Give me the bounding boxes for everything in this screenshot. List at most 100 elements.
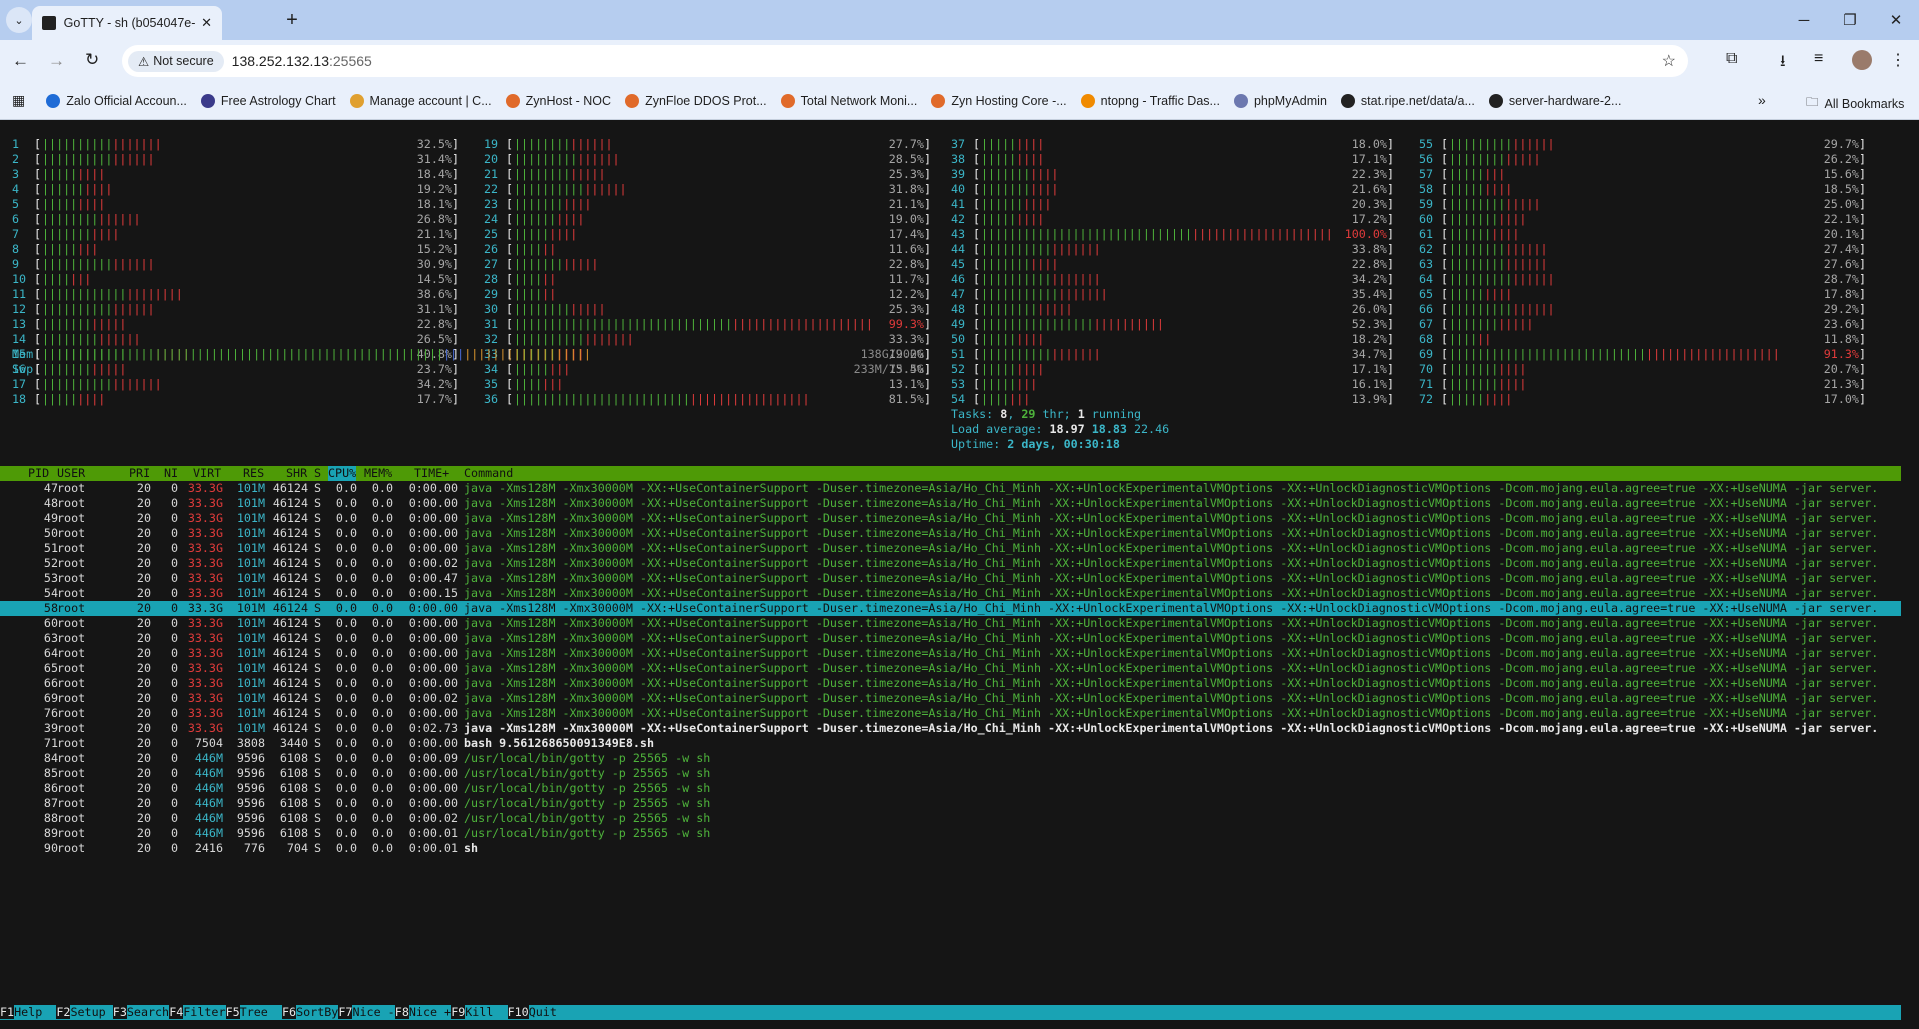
process-row[interactable]: 76 root 20 0 33.3G 101M 46124 S 0.0 0.0 0:00.00 jav… bbox=[0, 706, 1901, 721]
process-row[interactable]: 64 root 20 0 33.3G 101M 46124 S 0.0 0.0 0:00.00 jav… bbox=[0, 646, 1901, 661]
fkey-f10[interactable]: F10Quit bbox=[507, 1005, 571, 1020]
process-row[interactable]: 90 root 20 0 2416 776 704 S 0.0 0.0 0:00.01 sh bbox=[0, 841, 1901, 856]
process-row[interactable]: 71 root 20 0 7504 3808 3440 S 0.0 0.0 0:00.00 bash … bbox=[0, 736, 1901, 751]
process-row[interactable]: 88 root 20 0 446M 9596 6108 S 0.0 0.0 0:00.02/usr/… bbox=[0, 811, 1901, 826]
forward-icon[interactable]: → bbox=[48, 51, 65, 71]
cpu-usage-bar: ||||||||||||| bbox=[514, 167, 876, 182]
address-bar[interactable]: ⚠ Not secure 138.252.132.13:25565 ☆ bbox=[122, 45, 1688, 77]
bookmark-item[interactable]: phpMyAdmin bbox=[1227, 93, 1334, 108]
bookmark-item[interactable]: Free Astrology Chart bbox=[194, 93, 343, 108]
process-row[interactable]: 65 root 20 0 33.3G 101M 46124 S 0.0 0.0 0:00.00 jav… bbox=[0, 661, 1901, 676]
cpu-meter: 36 [81.5%] |||||||||||||||||||||||||||||||… bbox=[484, 392, 931, 407]
fkey-f4[interactable]: F4Filter bbox=[169, 1005, 226, 1020]
fkey-f5[interactable]: F5Tree bbox=[225, 1005, 282, 1020]
col-user[interactable]: USER bbox=[57, 466, 85, 481]
process-header[interactable]: PID USER PRI NI VIRT RES SHR S CPU% MEM%… bbox=[0, 466, 1901, 481]
process-pid: 54 bbox=[43, 586, 58, 600]
menu-icon[interactable]: ⋮ bbox=[1890, 50, 1906, 70]
bookmark-item[interactable]: stat.ripe.net/data/a... bbox=[1334, 93, 1482, 108]
process-row[interactable]: 39 root 20 0 33.3G 101M 46124 S 0.0 0.0 0:02.73 jav… bbox=[0, 721, 1901, 736]
col-shr[interactable]: SHR bbox=[286, 466, 307, 481]
load-15: 22.46 bbox=[1133, 422, 1170, 436]
process-row[interactable]: 51 root 20 0 33.3G 101M 46124 S 0.0 0.0 0:00.00 jav… bbox=[0, 541, 1901, 556]
all-bookmarks[interactable]: 🗀 All Bookmarks bbox=[1806, 93, 1904, 114]
process-row[interactable]: 66 root 20 0 33.3G 101M 46124 S 0.0 0.0 0:00.00 jav… bbox=[0, 676, 1901, 691]
fkey-f1[interactable]: F1Help bbox=[0, 1005, 56, 1020]
cpu-meter: 2 [31.4%] |||||||||||||||| bbox=[12, 152, 459, 167]
fkey-f2[interactable]: F2Setup bbox=[56, 1005, 112, 1020]
col-s[interactable]: S bbox=[314, 466, 321, 481]
col-cpu[interactable]: CPU% bbox=[328, 466, 357, 481]
col-virt[interactable]: VIRT bbox=[193, 466, 221, 481]
process-row[interactable]: 87 root 20 0 446M 9596 6108 S 0.0 0.0 0:00.00/usr/… bbox=[0, 796, 1901, 811]
process-priority: 20 bbox=[136, 541, 151, 555]
avatar[interactable] bbox=[1852, 50, 1872, 70]
col-time[interactable]: TIME+ bbox=[414, 466, 449, 481]
process-user: root bbox=[57, 736, 86, 750]
more-bookmarks-icon[interactable]: » bbox=[1758, 92, 1766, 108]
process-row[interactable]: 47 root 20 0 33.3G 101M 46124 S 0.0 0.0 0:00.00 jav… bbox=[0, 481, 1901, 496]
process-row[interactable]: 50 root 20 0 33.3G 101M 46124 S 0.0 0.0 0:00.00 jav… bbox=[0, 526, 1901, 541]
fkey-f8[interactable]: F8Nice + bbox=[394, 1005, 451, 1020]
cpu-number: 18 bbox=[12, 392, 27, 406]
security-chip[interactable]: ⚠ Not secure bbox=[128, 50, 224, 72]
restore-icon[interactable]: ❐ bbox=[1828, 6, 1872, 34]
bookmark-item[interactable]: Manage account | C... bbox=[343, 93, 499, 108]
process-row[interactable]: 58 root 20 0 33.3G 101M 46124 S 0.0 0.0 0:00.00 jav… bbox=[0, 601, 1901, 616]
bookmark-item[interactable]: Zyn Hosting Core -... bbox=[924, 93, 1073, 108]
cpu-bracket-open: [ bbox=[1441, 167, 1449, 181]
media-icon[interactable]: ≡ bbox=[1814, 50, 1823, 68]
col-res[interactable]: RES bbox=[243, 466, 264, 481]
bookmarks-bar: ▦ Zalo Official Accoun... Free Astrology … bbox=[0, 82, 1919, 120]
fkey-f9[interactable]: F9Kill bbox=[451, 1005, 507, 1020]
process-time: 0:00.00 bbox=[408, 766, 458, 780]
bookmark-item[interactable]: ntopng - Traffic Das... bbox=[1074, 93, 1227, 108]
cpu-meter: 21 [25.3%] ||||||||||||| bbox=[484, 167, 931, 182]
fkey-f7[interactable]: F7Nice - bbox=[338, 1005, 395, 1020]
minimize-icon[interactable]: ─ bbox=[1782, 6, 1826, 34]
process-row[interactable]: 54 root 20 0 33.3G 101M 46124 S 0.0 0.0 0:00.15 jav… bbox=[0, 586, 1901, 601]
process-cpu-percent: 0.0 bbox=[335, 511, 357, 525]
new-tab-icon[interactable]: + bbox=[281, 9, 303, 31]
tab-gotty[interactable]: GoTTY - sh (b054047e-12f0-41 ✕ bbox=[32, 6, 222, 40]
process-row[interactable]: 63 root 20 0 33.3G 101M 46124 S 0.0 0.0 0:00.00 jav… bbox=[0, 631, 1901, 646]
fkey-f3[interactable]: F3Search bbox=[112, 1005, 169, 1020]
process-row[interactable]: 52 root 20 0 33.3G 101M 46124 S 0.0 0.0 0:00.02 jav… bbox=[0, 556, 1901, 571]
col-command[interactable]: Command bbox=[464, 466, 513, 481]
tab-search-icon[interactable]: ⌄ bbox=[6, 7, 32, 33]
cpu-percent: 22.1%] bbox=[1824, 212, 1866, 227]
star-icon[interactable]: ☆ bbox=[1662, 51, 1676, 71]
process-row[interactable]: 84 root 20 0 446M 9596 6108 S 0.0 0.0 0:00.09/usr/… bbox=[0, 751, 1901, 766]
fkey-f6[interactable]: F6SortBy bbox=[282, 1005, 338, 1020]
apps-icon[interactable]: ▦ bbox=[12, 92, 25, 109]
process-row[interactable]: 69 root 20 0 33.3G 101M 46124 S 0.0 0.0 0:00.02 jav… bbox=[0, 691, 1901, 706]
process-row[interactable]: 85 root 20 0 446M 9596 6108 S 0.0 0.0 0:00.00/usr/… bbox=[0, 766, 1901, 781]
terminal[interactable]: 1[32.5%] ||||||||||||||||| 2[31.4%] |||||||… bbox=[0, 120, 1919, 1029]
process-row[interactable]: 48 root 20 0 33.3G 101M 46124 S 0.0 0.0 0:00.00 jav… bbox=[0, 496, 1901, 511]
download-icon[interactable]: ⭳ bbox=[1780, 50, 1786, 77]
reload-icon[interactable]: ↻ bbox=[85, 50, 99, 70]
bookmark-item[interactable]: server-hardware-2... bbox=[1482, 93, 1629, 108]
col-pid[interactable]: PID bbox=[28, 466, 49, 481]
bookmark-item[interactable]: ZynHost - NOC bbox=[499, 93, 618, 108]
cpu-usage-bar: ||||||||||||||| bbox=[1449, 137, 1811, 152]
col-mem[interactable]: MEM% bbox=[364, 466, 392, 481]
process-row[interactable]: 89 root 20 0 446M 9596 6108 S 0.0 0.0 0:00.01/usr/… bbox=[0, 826, 1901, 841]
extensions-icon[interactable]: ⧉ bbox=[1726, 50, 1737, 68]
bookmark-item[interactable]: Total Network Moni... bbox=[774, 93, 925, 108]
col-pri[interactable]: PRI bbox=[129, 466, 150, 481]
process-row[interactable]: 49 root 20 0 33.3G 101M 46124 S 0.0 0.0 0:00.00 jav… bbox=[0, 511, 1901, 526]
process-row[interactable]: 60 root 20 0 33.3G 101M 46124 S 0.0 0.0 0:00.00 jav… bbox=[0, 616, 1901, 631]
col-ni[interactable]: NI bbox=[164, 466, 178, 481]
process-row[interactable]: 86 root 20 0 446M 9596 6108 S 0.0 0.0 0:00.00/usr/… bbox=[0, 781, 1901, 796]
bookmark-item[interactable]: Zalo Official Accoun... bbox=[39, 93, 194, 108]
close-tab-icon[interactable]: ✕ bbox=[201, 15, 212, 31]
back-icon[interactable]: ← bbox=[12, 51, 29, 71]
cpu-usage-bar: ||||||||||||||||| bbox=[42, 137, 404, 152]
process-state: S bbox=[314, 601, 322, 615]
cpu-bracket-open: [ bbox=[973, 302, 981, 316]
process-virt: 446M bbox=[194, 751, 223, 765]
close-window-icon[interactable]: ✕ bbox=[1874, 6, 1918, 34]
bookmark-item[interactable]: ZynFloe DDOS Prot... bbox=[618, 93, 774, 108]
process-row[interactable]: 53 root 20 0 33.3G 101M 46124 S 0.0 0.0 0:00.47 jav… bbox=[0, 571, 1901, 586]
